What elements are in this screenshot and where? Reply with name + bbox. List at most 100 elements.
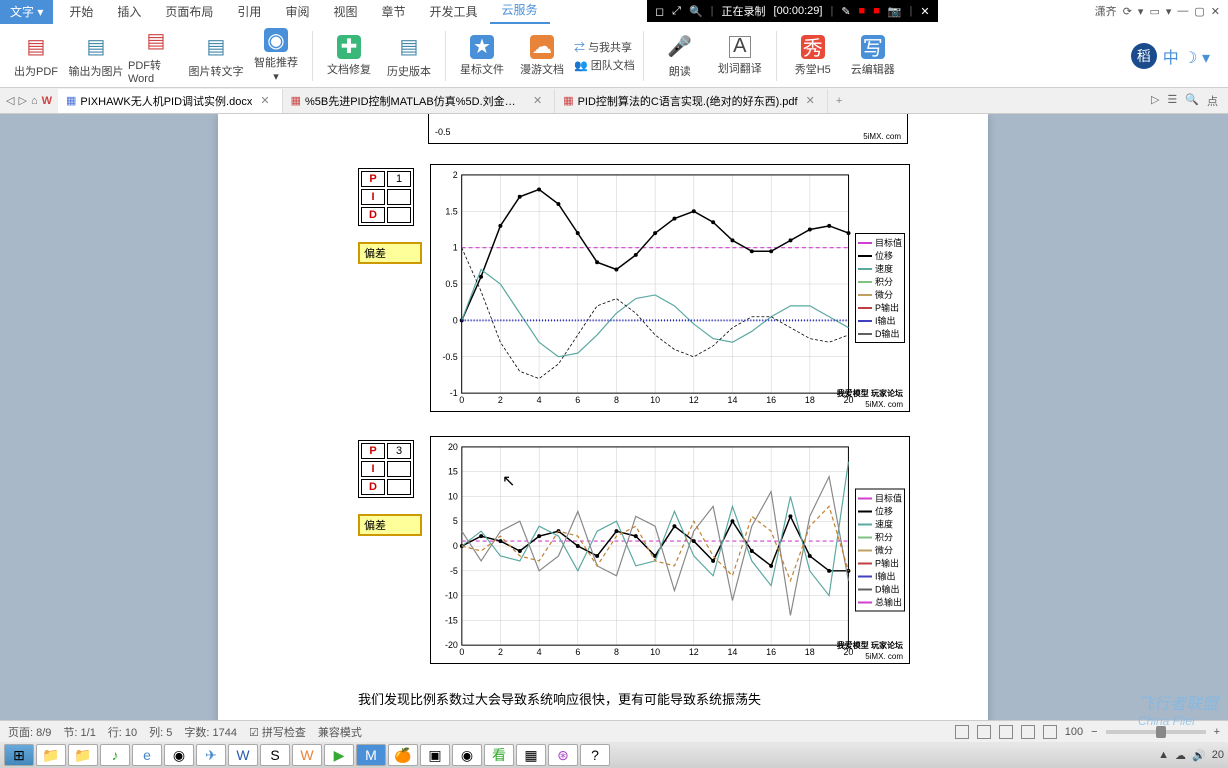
export-image-button[interactable]: ▤输出为图片 <box>68 26 124 86</box>
close-icon[interactable]: ✕ <box>920 5 929 18</box>
task-app[interactable]: 📁 <box>68 744 98 766</box>
tab-dev[interactable]: 开发工具 <box>417 0 489 24</box>
max-icon[interactable]: ▢ <box>1194 5 1204 18</box>
share-button[interactable]: ⇄ 与我共享 <box>574 39 635 55</box>
nav-back-icon[interactable]: ◁ <box>6 94 14 107</box>
tray-icon[interactable]: ▲ <box>1158 749 1169 761</box>
dot-icon[interactable]: 点 <box>1207 93 1218 109</box>
view-mode-icon[interactable] <box>999 725 1013 739</box>
tab-review[interactable]: 审阅 <box>273 0 321 24</box>
nav-fwd-icon[interactable]: ▷ <box>18 94 26 107</box>
chart-2: 02468101214161820-20-15-10-505101520 目标值… <box>430 436 910 664</box>
doc-tab-2[interactable]: ▦ %5B先进PID控制MATLAB仿真%5D.刘金琨.高清文字版.pdf ✕ <box>283 89 556 113</box>
task-app[interactable]: ⊛ <box>548 744 578 766</box>
tab-cloud[interactable]: 云服务 <box>490 0 550 24</box>
tab-section[interactable]: 章节 <box>369 0 417 24</box>
task-app[interactable]: ? <box>580 744 610 766</box>
tab-insert[interactable]: 插入 <box>105 0 153 24</box>
tray-icon[interactable]: ☁ <box>1175 749 1186 762</box>
zoom-value[interactable]: 100 <box>1065 726 1083 738</box>
new-tab-icon[interactable]: + <box>828 95 850 107</box>
close-icon[interactable]: ✕ <box>1211 5 1220 18</box>
tab-close-icon[interactable]: ✕ <box>529 94 546 107</box>
task-app[interactable]: S <box>260 744 290 766</box>
status-words[interactable]: 字数: 1744 <box>184 724 237 740</box>
doc-tab-label: %5B先进PID控制MATLAB仿真%5D.刘金琨.高清文字版.pdf <box>305 93 525 109</box>
chart-legend: 目标值位移速度积分微分P输出I输出D输出总输出 <box>855 489 905 612</box>
tab-home[interactable]: 开始 <box>57 0 105 24</box>
export-pdf-button[interactable]: ▤出为PDF <box>8 26 64 86</box>
zoom-in-icon[interactable]: + <box>1214 726 1220 738</box>
h5-button[interactable]: 秀秀堂H5 <box>785 26 841 86</box>
wps-logo-icon[interactable]: W <box>42 95 52 107</box>
task-app[interactable]: e <box>132 744 162 766</box>
pdf-to-word-button[interactable]: ▤PDF转Word <box>128 26 184 86</box>
task-app[interactable]: 看 <box>484 744 514 766</box>
svg-text:6: 6 <box>575 647 580 657</box>
zoom-slider[interactable] <box>1106 730 1206 734</box>
status-spell[interactable]: ☑ 拼写检查 <box>249 724 306 740</box>
tab-layout[interactable]: 页面布局 <box>153 0 225 24</box>
task-app[interactable]: ▶ <box>324 744 354 766</box>
translate-button[interactable]: A划词翻译 <box>712 26 768 86</box>
zoom-out-icon[interactable]: − <box>1091 726 1097 738</box>
moon-icon[interactable]: 中 ☽ ▾ <box>1163 44 1210 68</box>
cloud-edit-button[interactable]: 写云编辑器 <box>845 26 901 86</box>
svg-text:14: 14 <box>728 395 738 405</box>
task-app[interactable]: ▦ <box>516 744 546 766</box>
task-app[interactable]: ✈ <box>196 744 226 766</box>
ocr-button[interactable]: ▤图片转文字 <box>188 26 244 86</box>
task-app[interactable]: 🍊 <box>388 744 418 766</box>
task-app[interactable]: W <box>228 744 258 766</box>
nav-icon[interactable]: ▷ <box>1151 93 1159 109</box>
start-button[interactable]: ⊞ <box>4 744 34 766</box>
view-mode-icon[interactable] <box>977 725 991 739</box>
record-stop-icon[interactable]: ■ <box>859 5 866 17</box>
view-mode-icon[interactable] <box>955 725 969 739</box>
tray-time[interactable]: 20 <box>1212 749 1224 761</box>
list-icon[interactable]: ☰ <box>1167 93 1177 109</box>
smart-button[interactable]: ◉智能推荐 ▾ <box>248 26 304 86</box>
svg-text:15: 15 <box>448 467 458 477</box>
history-button[interactable]: ▤历史版本 <box>381 26 437 86</box>
tab-references[interactable]: 引用 <box>225 0 273 24</box>
roam-button[interactable]: ☁漫游文档 <box>514 26 570 86</box>
file-tab[interactable]: 文字 ▾ <box>0 0 53 24</box>
tray-icon[interactable]: 🔊 <box>1192 749 1206 762</box>
tab-view[interactable]: 视图 <box>321 0 369 24</box>
task-app[interactable]: ◉ <box>164 744 194 766</box>
tab-close-icon[interactable]: ✕ <box>256 94 273 107</box>
repair-button[interactable]: ✚文档修复 <box>321 26 377 86</box>
search-icon[interactable]: 🔍 <box>1185 93 1199 109</box>
task-app[interactable]: ♪ <box>100 744 130 766</box>
record-pause-icon[interactable]: ■ <box>873 5 880 17</box>
doc-tab-3[interactable]: ▦ PID控制算法的C语言实现.(绝对的好东西).pdf ✕ <box>555 89 828 113</box>
task-app[interactable]: ◉ <box>452 744 482 766</box>
share-icon: ⇄ <box>574 42 585 54</box>
star-button[interactable]: ★星标文件 <box>454 26 510 86</box>
skin-icon[interactable]: ▭ <box>1149 5 1159 18</box>
task-app[interactable]: M <box>356 744 386 766</box>
sync-icon[interactable]: ⟳ <box>1123 5 1132 18</box>
view-mode-icon[interactable] <box>1043 725 1057 739</box>
svg-text:-20: -20 <box>445 640 458 650</box>
status-page[interactable]: 页面: 8/9 <box>8 724 51 740</box>
min-icon[interactable]: — <box>1177 5 1188 17</box>
doc-tab-1[interactable]: ▦ PIXHAWK无人机PID调试实例.docx ✕ <box>58 89 283 113</box>
task-app[interactable]: 📁 <box>36 744 66 766</box>
chart-legend: 目标值位移速度积分微分P输出I输出D输出 <box>855 233 905 343</box>
svg-text:0: 0 <box>459 395 464 405</box>
team-button[interactable]: 👥 团队文档 <box>574 57 635 73</box>
task-app[interactable]: ▣ <box>420 744 450 766</box>
task-app[interactable]: W <box>292 744 322 766</box>
document-viewport[interactable]: -0.5 5iMX. com P1 I D 偏差 024681012141618… <box>0 114 1228 720</box>
pencil-icon[interactable]: ✎ <box>841 5 850 18</box>
home-icon[interactable]: ⌂ <box>31 95 38 107</box>
tab-close-icon[interactable]: ✕ <box>802 94 819 107</box>
svg-text:0: 0 <box>453 315 458 325</box>
svg-text:18: 18 <box>805 395 815 405</box>
read-button[interactable]: 🎤朗读 <box>652 26 708 86</box>
camera-icon[interactable]: 📷 <box>888 5 902 18</box>
view-mode-icon[interactable] <box>1021 725 1035 739</box>
svg-text:1.5: 1.5 <box>445 206 457 216</box>
